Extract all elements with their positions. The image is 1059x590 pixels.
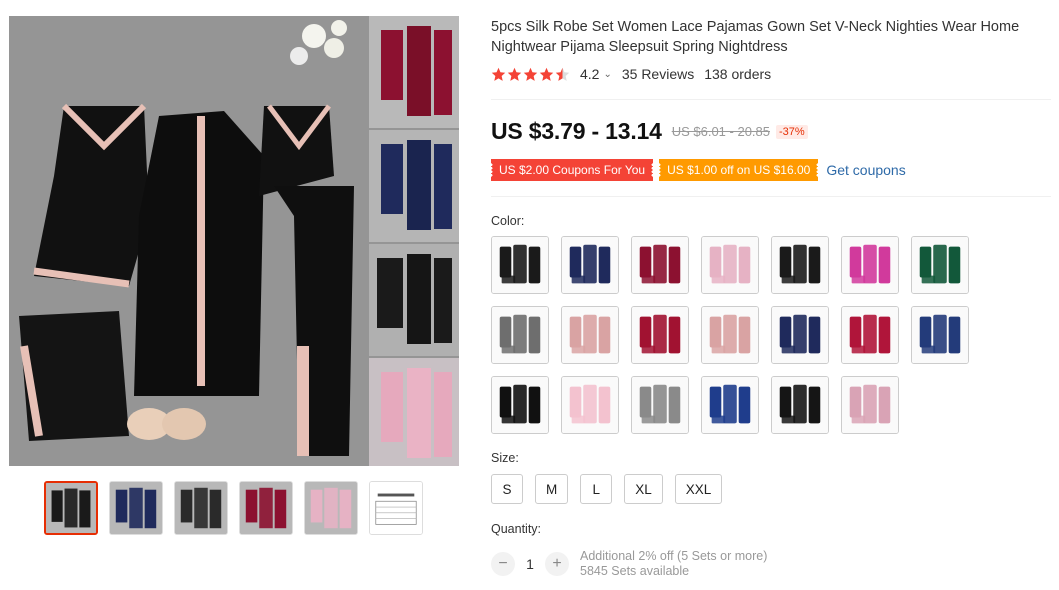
rating-value[interactable]: 4.2: [580, 66, 599, 82]
size-option-xxl[interactable]: XXL: [674, 474, 723, 504]
color-swatch[interactable]: [771, 376, 829, 434]
select-coupon-badge[interactable]: US $1.00 off on US $16.00: [657, 159, 821, 181]
star-icon: [539, 67, 554, 81]
original-price: US $6.01 - 20.85: [671, 124, 770, 139]
color-swatch[interactable]: [561, 376, 619, 434]
size-options: S M L XL XXL: [491, 474, 723, 504]
color-swatch[interactable]: [631, 306, 689, 364]
thumbnail-image[interactable]: [304, 481, 358, 535]
color-swatch[interactable]: [911, 236, 969, 294]
quantity-label: Quantity:: [491, 522, 542, 536]
reviews-link[interactable]: 35 Reviews: [622, 66, 694, 82]
quantity-value[interactable]: 1: [515, 556, 545, 572]
divider: [491, 99, 1051, 100]
current-price: US $3.79 - 13.14: [491, 118, 662, 144]
color-swatch-grid: [491, 236, 969, 434]
main-product-image[interactable]: [9, 16, 459, 466]
size-option-xl[interactable]: XL: [624, 474, 663, 504]
color-swatch[interactable]: [631, 236, 689, 294]
color-swatch[interactable]: [561, 236, 619, 294]
orders-count: 138 orders: [704, 66, 772, 82]
coupon-row: US $2.00 Coupons For You US $1.00 off on…: [488, 159, 906, 181]
rating-row: 4.2 ⌄ 35 Reviews 138 orders: [491, 66, 771, 82]
decrease-quantity-button[interactable]: −: [491, 552, 515, 576]
product-title: 5pcs Silk Robe Set Women Lace Pajamas Go…: [491, 19, 1020, 55]
thumbnail-image[interactable]: [109, 481, 163, 535]
color-swatch[interactable]: [701, 306, 759, 364]
chevron-down-icon[interactable]: ⌄: [603, 69, 611, 80]
star-icon: [491, 67, 506, 81]
color-swatch[interactable]: [491, 306, 549, 364]
size-option-s[interactable]: S: [491, 474, 523, 504]
color-swatch[interactable]: [841, 376, 899, 434]
color-swatch[interactable]: [701, 376, 759, 434]
thumbnail-size-chart[interactable]: [369, 481, 423, 535]
star-icon: [523, 67, 538, 81]
color-label: Color:: [491, 214, 525, 228]
color-swatch[interactable]: [771, 236, 829, 294]
color-swatch[interactable]: [491, 376, 549, 434]
color-swatch[interactable]: [771, 306, 829, 364]
half-star-icon: [555, 67, 570, 81]
divider: [491, 196, 1051, 197]
store-coupon-badge[interactable]: US $2.00 Coupons For You: [488, 159, 656, 181]
quantity-stepper: − 1 + Additional 2% off (5 Sets or more)…: [491, 549, 767, 579]
color-swatch[interactable]: [701, 236, 759, 294]
color-swatch[interactable]: [911, 306, 969, 364]
price-row: US $3.79 - 13.14 US $6.01 - 20.85 -37%: [491, 118, 808, 145]
thumbnail-image[interactable]: [174, 481, 228, 535]
color-swatch[interactable]: [841, 236, 899, 294]
bulk-discount-note: Additional 2% off (5 Sets or more): [580, 549, 768, 563]
size-option-m[interactable]: M: [535, 474, 569, 504]
color-swatch[interactable]: [561, 306, 619, 364]
color-swatch[interactable]: [631, 376, 689, 434]
color-swatch[interactable]: [491, 236, 549, 294]
stock-available: 5845 Sets available: [580, 564, 690, 578]
quantity-info: Additional 2% off (5 Sets or more) 5845 …: [580, 549, 767, 579]
discount-badge: -37%: [776, 124, 808, 139]
thumbnail-image[interactable]: [239, 481, 293, 535]
size-option-l[interactable]: L: [580, 474, 613, 504]
star-icon: [507, 67, 522, 81]
star-rating: [491, 67, 570, 82]
thumbnail-image[interactable]: [44, 481, 98, 535]
size-label: Size:: [491, 451, 519, 465]
thumbnail-strip: [44, 481, 423, 535]
color-swatch[interactable]: [841, 306, 899, 364]
get-coupons-link[interactable]: Get coupons: [826, 162, 905, 178]
increase-quantity-button[interactable]: +: [545, 552, 569, 576]
